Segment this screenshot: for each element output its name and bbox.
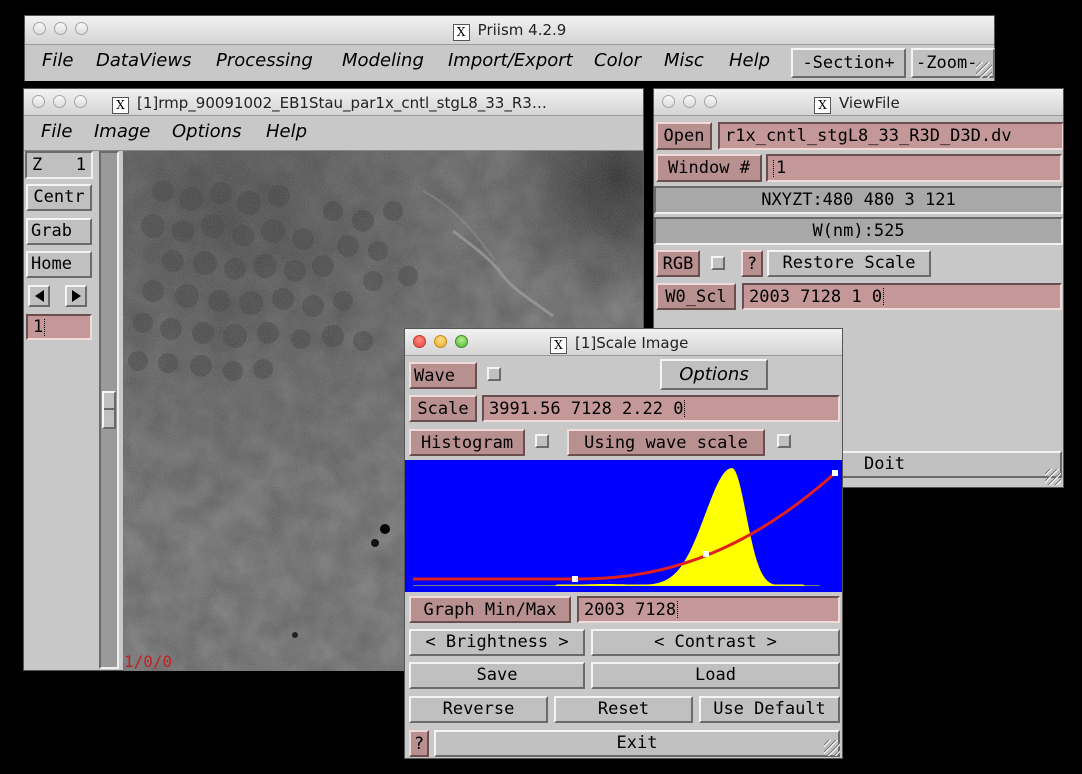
arrow-left-icon xyxy=(34,290,44,302)
menu-help[interactable]: Help xyxy=(729,50,770,71)
z-slider[interactable] xyxy=(99,151,119,669)
histogram-checkbox[interactable] xyxy=(535,434,549,448)
scale-image-window: X [1]Scale Image Wave Options Scale 3991.… xyxy=(404,328,843,759)
histogram-canvas xyxy=(405,460,842,592)
image-coordinates: 1/0/0 xyxy=(124,652,173,671)
x11-icon: X xyxy=(550,337,567,354)
scale-input[interactable]: 3991.56 7128 2.22 0 xyxy=(482,395,840,422)
z-display: Z 1 xyxy=(25,151,93,179)
wave-checkbox[interactable] xyxy=(487,367,501,381)
exit-button[interactable]: Exit xyxy=(434,730,840,757)
help-button[interactable]: ? xyxy=(409,730,429,757)
plot-background xyxy=(405,460,842,592)
menu-color[interactable]: Color xyxy=(594,50,641,71)
z-slider-thumb[interactable] xyxy=(102,391,116,429)
menu-help[interactable]: Help xyxy=(266,121,307,142)
menu-processing[interactable]: Processing xyxy=(216,50,313,71)
menu-modeling[interactable]: Modeling xyxy=(342,50,424,71)
zoom-icon[interactable] xyxy=(704,95,717,108)
close-icon[interactable] xyxy=(32,95,45,108)
z-label: Z xyxy=(32,155,43,175)
close-icon[interactable] xyxy=(662,95,675,108)
options-button[interactable]: Options xyxy=(660,359,768,390)
arrow-right-icon xyxy=(71,290,81,302)
section-button[interactable]: -Section+ xyxy=(791,48,906,78)
curve-control-point[interactable] xyxy=(572,576,578,582)
scale-titlebar[interactable]: X [1]Scale Image xyxy=(405,329,842,356)
rgb-label: RGB xyxy=(656,250,700,277)
curve-control-point[interactable] xyxy=(703,551,709,557)
graph-minmax-input[interactable]: 2003 7128 xyxy=(577,596,840,623)
reset-button[interactable]: Reset xyxy=(554,696,693,723)
z-value: 1 xyxy=(75,155,86,175)
prev-frame-button[interactable] xyxy=(28,285,50,307)
next-frame-button[interactable] xyxy=(65,285,87,307)
brightness-button[interactable]: < Brightness > xyxy=(409,629,585,656)
w0-scale-input[interactable]: 2003 7128 1 0 xyxy=(742,283,1062,310)
menu-file[interactable]: File xyxy=(42,50,73,71)
menu-import-export[interactable]: Import/Export xyxy=(448,50,573,71)
window-number-label: Window # xyxy=(656,154,762,182)
image-titlebar[interactable]: X [1]rmp_90091002_EB1Stau_par1x_cntl_stgL… xyxy=(24,89,643,116)
use-default-button[interactable]: Use Default xyxy=(699,696,840,723)
window-number-input[interactable]: 1 xyxy=(766,154,1062,182)
wavelength-display: W(nm):525 xyxy=(654,217,1063,245)
minimize-icon[interactable] xyxy=(434,335,447,348)
x11-icon: X xyxy=(452,24,470,41)
zoom-icon[interactable] xyxy=(74,95,87,108)
file-path-field[interactable]: r1x_cntl_stgL8_33_R3D_D3D.dv xyxy=(718,122,1063,150)
wave-label: Wave xyxy=(409,362,477,389)
frame-input[interactable]: 1 xyxy=(26,314,92,340)
scale-label: Scale xyxy=(409,395,477,422)
w0-scale-label: W0_Scl xyxy=(656,283,736,310)
close-icon[interactable] xyxy=(413,335,426,348)
viewfile-title: ViewFile xyxy=(839,94,900,112)
menu-misc[interactable]: Misc xyxy=(664,50,704,71)
menu-file[interactable]: File xyxy=(41,121,72,142)
histogram-plot[interactable] xyxy=(405,460,842,592)
contrast-button[interactable]: < Contrast > xyxy=(591,629,840,656)
grab-button[interactable]: Grab xyxy=(26,218,92,245)
restore-scale-button[interactable]: Restore Scale xyxy=(767,250,931,277)
dimensions-display: NXYZT:480 480 3 121 xyxy=(654,186,1063,214)
menu-dataviews[interactable]: DataViews xyxy=(96,50,191,71)
centr-button[interactable]: Centr xyxy=(26,184,92,211)
x11-icon: X xyxy=(112,97,129,114)
graph-minmax-label: Graph Min/Max xyxy=(409,596,571,623)
reverse-button[interactable]: Reverse xyxy=(409,696,548,723)
load-button[interactable]: Load xyxy=(591,662,840,689)
save-button[interactable]: Save xyxy=(409,662,585,689)
curve-control-point[interactable] xyxy=(832,470,838,476)
minimize-icon[interactable] xyxy=(683,95,696,108)
using-wave-scale-label: Using wave scale xyxy=(567,429,765,456)
main-title: Priism 4.2.9 xyxy=(477,21,567,39)
menu-options[interactable]: Options xyxy=(172,121,241,142)
x11-icon: X xyxy=(814,97,831,114)
scale-title: [1]Scale Image xyxy=(575,334,689,352)
resize-grip[interactable] xyxy=(1045,469,1061,485)
rgb-checkbox[interactable] xyxy=(711,256,725,270)
resize-grip[interactable] xyxy=(824,740,840,756)
priism-main-window: X Priism 4.2.9 File DataViews Processing … xyxy=(24,15,995,81)
home-button[interactable]: Home xyxy=(26,251,92,278)
open-button[interactable]: Open xyxy=(656,122,712,150)
image-title: [1]rmp_90091002_EB1Stau_par1x_cntl_stgL8… xyxy=(137,94,547,112)
help-button[interactable]: ? xyxy=(741,250,763,277)
menu-image[interactable]: Image xyxy=(94,121,150,142)
using-wave-scale-checkbox[interactable] xyxy=(777,434,791,448)
viewfile-titlebar[interactable]: X ViewFile xyxy=(654,89,1063,116)
zoom-icon[interactable] xyxy=(455,335,468,348)
main-titlebar[interactable]: X Priism 4.2.9 xyxy=(25,16,994,45)
resize-grip[interactable] xyxy=(976,62,992,78)
histogram-label: Histogram xyxy=(409,429,525,456)
minimize-icon[interactable] xyxy=(53,95,66,108)
